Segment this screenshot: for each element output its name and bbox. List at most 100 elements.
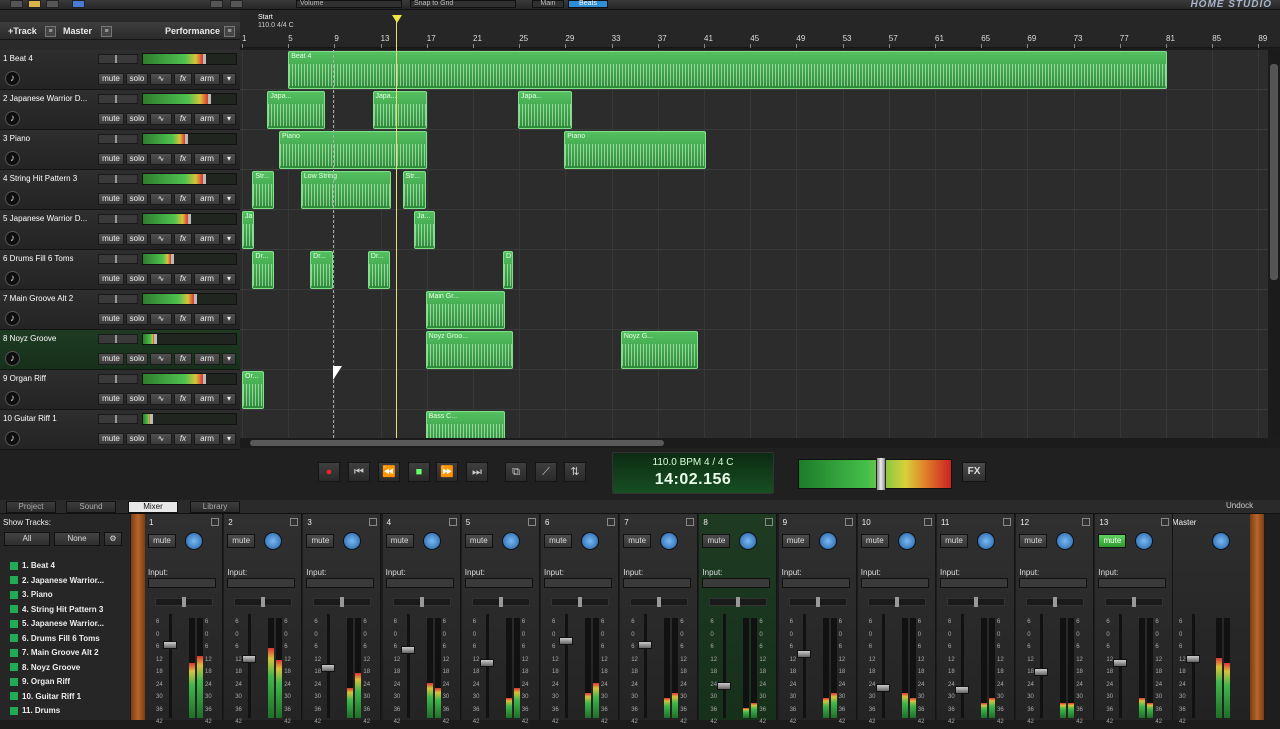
channel-fader[interactable] <box>163 641 177 649</box>
input-icon[interactable]: ♪ <box>5 191 20 206</box>
new-file-icon[interactable] <box>10 0 23 8</box>
channel-grid-icon[interactable] <box>607 518 615 526</box>
channel-fader[interactable] <box>242 654 257 663</box>
chevron-down-icon[interactable]: ▾ <box>222 193 236 205</box>
automation-icon[interactable]: ∿ <box>150 353 172 365</box>
master-fader[interactable] <box>1186 654 1200 663</box>
meter-knob[interactable] <box>185 134 188 144</box>
solo-button[interactable]: solo <box>126 153 148 165</box>
track-row[interactable]: 8 Noyz Groove ♪ mute solo ∿ fx arm ▾ <box>0 330 240 370</box>
arm-button[interactable]: arm <box>194 313 220 325</box>
tool-icon[interactable] <box>72 0 85 8</box>
automation-icon[interactable]: ∿ <box>150 193 172 205</box>
tab-library[interactable]: Library <box>190 501 240 513</box>
fx-button[interactable]: fx <box>174 233 192 245</box>
channel-pan-knob[interactable] <box>581 532 599 550</box>
channel-fader[interactable] <box>717 681 732 690</box>
meter-knob[interactable] <box>203 374 206 384</box>
solo-button[interactable]: solo <box>126 113 148 125</box>
fx-button[interactable]: fx <box>174 193 192 205</box>
settings-gear-icon[interactable]: ⚙ <box>104 532 122 546</box>
track-row[interactable]: 3 Piano ♪ mute solo ∿ fx arm ▾ <box>0 130 240 170</box>
track-volume-slider[interactable] <box>98 374 138 384</box>
meter-knob[interactable] <box>188 214 191 224</box>
audio-clip[interactable]: Piano <box>278 131 427 169</box>
audio-clip[interactable]: Ja... <box>242 211 254 249</box>
channel-pan-knob[interactable] <box>185 532 203 550</box>
tab-sound[interactable]: Sound <box>66 501 116 513</box>
input-icon[interactable]: ♪ <box>5 391 20 406</box>
meter-knob[interactable] <box>203 54 206 64</box>
audio-clip[interactable]: Bass C... <box>425 411 506 438</box>
checkbox-icon[interactable] <box>10 605 18 614</box>
rewind-button[interactable]: ⏪ <box>378 462 400 482</box>
channel-pan-knob[interactable] <box>264 532 283 550</box>
channel-input-select[interactable] <box>306 578 375 588</box>
audio-clip[interactable]: Japa... <box>372 91 427 129</box>
channel-balance-slider[interactable] <box>1026 597 1085 607</box>
channel-mute-button[interactable]: mute <box>860 534 889 548</box>
automation-icon[interactable]: ∿ <box>150 433 172 445</box>
channel-mute-button[interactable]: mute <box>385 534 414 548</box>
checkbox-icon[interactable] <box>10 677 18 686</box>
channel-mute-button[interactable]: mute <box>1098 534 1127 548</box>
show-track-item[interactable]: 11. Drums <box>10 706 120 720</box>
input-icon[interactable]: ♪ <box>5 71 20 86</box>
meter-knob[interactable] <box>194 294 197 304</box>
solo-button[interactable]: solo <box>126 73 148 85</box>
mute-button[interactable]: mute <box>98 193 124 205</box>
arm-button[interactable]: arm <box>194 353 220 365</box>
channel-balance-slider[interactable] <box>867 597 926 607</box>
channel-balance-slider[interactable] <box>788 597 847 607</box>
channel-mute-button[interactable]: mute <box>940 534 968 548</box>
audio-clip[interactable]: Str... <box>402 171 426 209</box>
automation-icon[interactable]: ∿ <box>150 393 172 405</box>
automation-icon[interactable]: ∿ <box>150 73 172 85</box>
chevron-down-icon[interactable]: ▾ <box>222 433 236 445</box>
channel-fader[interactable] <box>638 641 653 649</box>
channel-fader[interactable] <box>1034 668 1049 676</box>
checkbox-icon[interactable] <box>10 706 18 715</box>
mute-button[interactable]: mute <box>98 433 124 445</box>
track-name[interactable]: 1 Beat 4 <box>3 54 97 63</box>
show-track-item[interactable]: 3. Piano <box>10 590 120 604</box>
tab-mixer[interactable]: Mixer <box>128 501 178 513</box>
mute-button[interactable]: mute <box>98 353 124 365</box>
channel-mute-button[interactable]: mute <box>781 534 810 548</box>
channel-fader[interactable] <box>875 684 890 693</box>
checkbox-icon[interactable] <box>10 692 18 701</box>
chevron-down-icon[interactable]: ▾ <box>222 393 236 405</box>
track-volume-slider[interactable] <box>98 414 138 424</box>
solo-button[interactable]: solo <box>126 233 148 245</box>
arm-button[interactable]: arm <box>194 153 220 165</box>
mute-button[interactable]: mute <box>98 233 124 245</box>
channel-balance-slider[interactable] <box>313 597 372 607</box>
channel-balance-slider[interactable] <box>630 597 689 607</box>
audio-clip[interactable]: Noyz G... <box>620 331 699 369</box>
channel-mute-button[interactable]: mute <box>148 534 176 548</box>
vertical-scroll-thumb[interactable] <box>1270 64 1278 280</box>
channel-balance-slider[interactable] <box>1105 597 1164 607</box>
audio-clip[interactable]: Low String <box>300 171 391 209</box>
channel-fader[interactable] <box>400 645 415 654</box>
master-volume-fader[interactable] <box>876 457 887 491</box>
audio-clip[interactable]: Dr... <box>310 251 334 289</box>
horizontal-scroll-thumb[interactable] <box>250 440 664 446</box>
solo-button[interactable]: solo <box>126 193 148 205</box>
channel-balance-slider[interactable] <box>551 597 609 607</box>
tab-project[interactable]: Project <box>6 501 56 513</box>
channel-grid-icon[interactable] <box>1161 518 1170 526</box>
arm-button[interactable]: arm <box>194 193 220 205</box>
performance-button[interactable]: Performance <box>165 25 220 38</box>
channel-input-select[interactable] <box>623 578 692 588</box>
channel-pan-knob[interactable] <box>1135 532 1154 550</box>
solo-button[interactable]: solo <box>126 273 148 285</box>
audio-clip[interactable]: Main Gr... <box>425 291 506 329</box>
track-row[interactable]: 9 Organ Riff ♪ mute solo ∿ fx arm ▾ <box>0 370 240 410</box>
channel-input-select[interactable] <box>227 578 296 588</box>
arm-button[interactable]: arm <box>194 393 220 405</box>
channel-fader[interactable] <box>955 686 969 694</box>
input-icon[interactable]: ♪ <box>5 151 20 166</box>
channel-mute-button[interactable]: mute <box>1019 534 1048 548</box>
track-row[interactable]: 1 Beat 4 ♪ mute solo ∿ fx arm ▾ <box>0 50 240 90</box>
